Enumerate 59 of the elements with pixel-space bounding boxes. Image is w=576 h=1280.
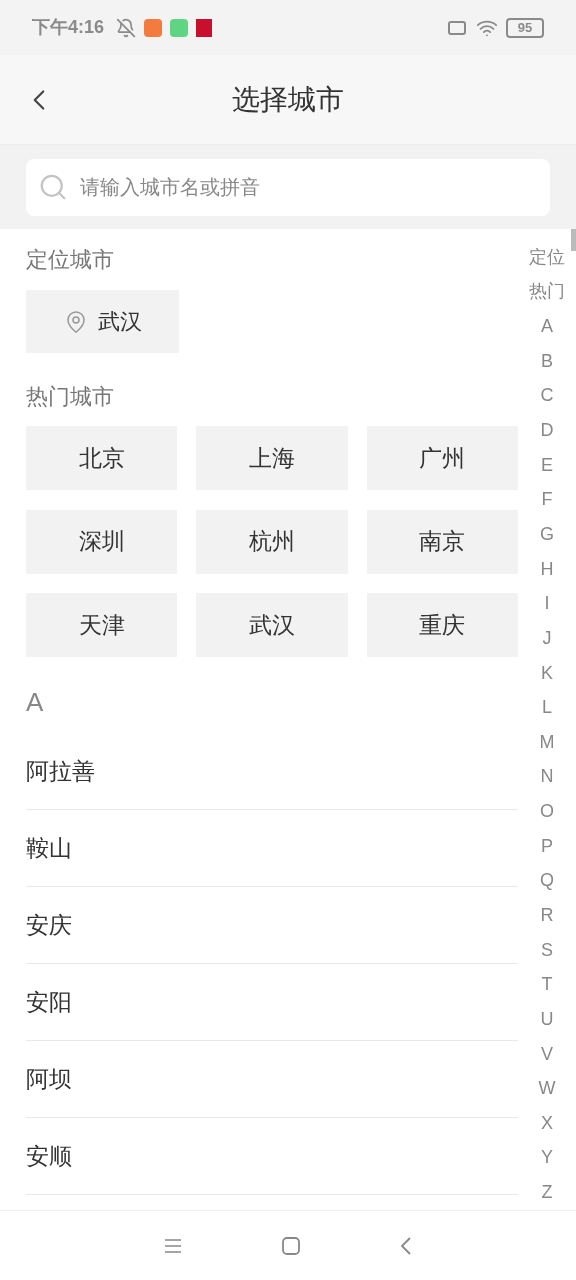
home-icon[interactable] bbox=[282, 1236, 300, 1255]
index-letter[interactable]: J bbox=[542, 621, 552, 656]
index-letter[interactable]: B bbox=[541, 343, 553, 379]
letter-header: A bbox=[26, 686, 45, 719]
index-letter[interactable]: Y bbox=[541, 1140, 553, 1176]
menu-icon[interactable] bbox=[164, 1237, 182, 1254]
section-label: 定位城市 bbox=[26, 246, 115, 274]
index-letter[interactable]: M bbox=[539, 724, 555, 760]
hot-city-button[interactable]: 北京 bbox=[26, 426, 178, 490]
city-list-item[interactable]: 安阳 bbox=[26, 964, 518, 1041]
city-list-item[interactable]: 安庆 bbox=[26, 887, 518, 964]
hot-city-button[interactable]: 深圳 bbox=[26, 509, 178, 574]
index-letter[interactable]: T bbox=[541, 967, 553, 1003]
index-letter[interactable]: C bbox=[540, 378, 554, 414]
hot-city-button[interactable]: 武汉 bbox=[196, 593, 348, 657]
index-letter[interactable]: X bbox=[541, 1106, 553, 1141]
city-list-item[interactable]: 安顺 bbox=[26, 1118, 518, 1195]
battery-icon: 95 bbox=[506, 17, 544, 38]
hot-city-button[interactable]: 广州 bbox=[366, 426, 518, 490]
scrollbar bbox=[571, 229, 576, 251]
index-letter[interactable]: N bbox=[540, 759, 554, 795]
location-city-button[interactable]: 武汉 bbox=[26, 290, 179, 353]
hot-city-button[interactable]: 杭州 bbox=[196, 509, 348, 574]
hot-city-button[interactable]: 南京 bbox=[366, 509, 518, 574]
index-letter[interactable]: U bbox=[540, 1002, 554, 1037]
index-letter[interactable]: S bbox=[541, 932, 553, 968]
index-letter[interactable]: Q bbox=[540, 863, 554, 899]
index-letter[interactable]: H bbox=[540, 551, 554, 587]
index-letter[interactable]: A bbox=[541, 309, 553, 344]
index-letter[interactable]: V bbox=[541, 1036, 553, 1072]
hot-city-button[interactable]: 重庆 bbox=[366, 593, 518, 657]
search-field[interactable]: 请输入城市名或拼音 bbox=[26, 158, 550, 216]
hot-city-button[interactable]: 上海 bbox=[196, 426, 348, 490]
index-letter[interactable]: 热门 bbox=[529, 274, 565, 310]
back-icon[interactable] bbox=[400, 1236, 412, 1255]
hot-city-button[interactable]: 天津 bbox=[26, 593, 178, 657]
page-title: 选择城市 bbox=[232, 82, 344, 117]
app-icon bbox=[170, 18, 189, 37]
mute-icon bbox=[116, 17, 137, 38]
index-letter[interactable]: 定位 bbox=[529, 240, 565, 275]
city-list-item[interactable]: 鞍山 bbox=[26, 810, 518, 887]
index-letter[interactable]: G bbox=[540, 517, 554, 552]
index-letter[interactable]: D bbox=[540, 413, 554, 448]
index-letter[interactable]: O bbox=[540, 794, 554, 829]
city-list-item[interactable]: 阿拉善 bbox=[26, 733, 518, 810]
index-letter[interactable]: Z bbox=[541, 1175, 553, 1210]
index-letter[interactable]: F bbox=[541, 482, 553, 518]
index-letter[interactable]: P bbox=[541, 828, 553, 864]
app-icon bbox=[144, 18, 163, 37]
index-letter[interactable]: W bbox=[538, 1071, 556, 1106]
index-letter[interactable]: L bbox=[542, 690, 552, 725]
index-letter[interactable]: E bbox=[541, 447, 553, 483]
section-label: 热门城市 bbox=[26, 383, 115, 411]
index-letter[interactable]: I bbox=[544, 586, 550, 622]
status-time: 下午4:16 bbox=[32, 16, 105, 39]
index-letter[interactable]: R bbox=[540, 898, 554, 933]
app-icon bbox=[196, 18, 213, 37]
index-letter[interactable]: K bbox=[541, 655, 553, 691]
city-list-item[interactable]: 阿坝 bbox=[26, 1041, 518, 1118]
